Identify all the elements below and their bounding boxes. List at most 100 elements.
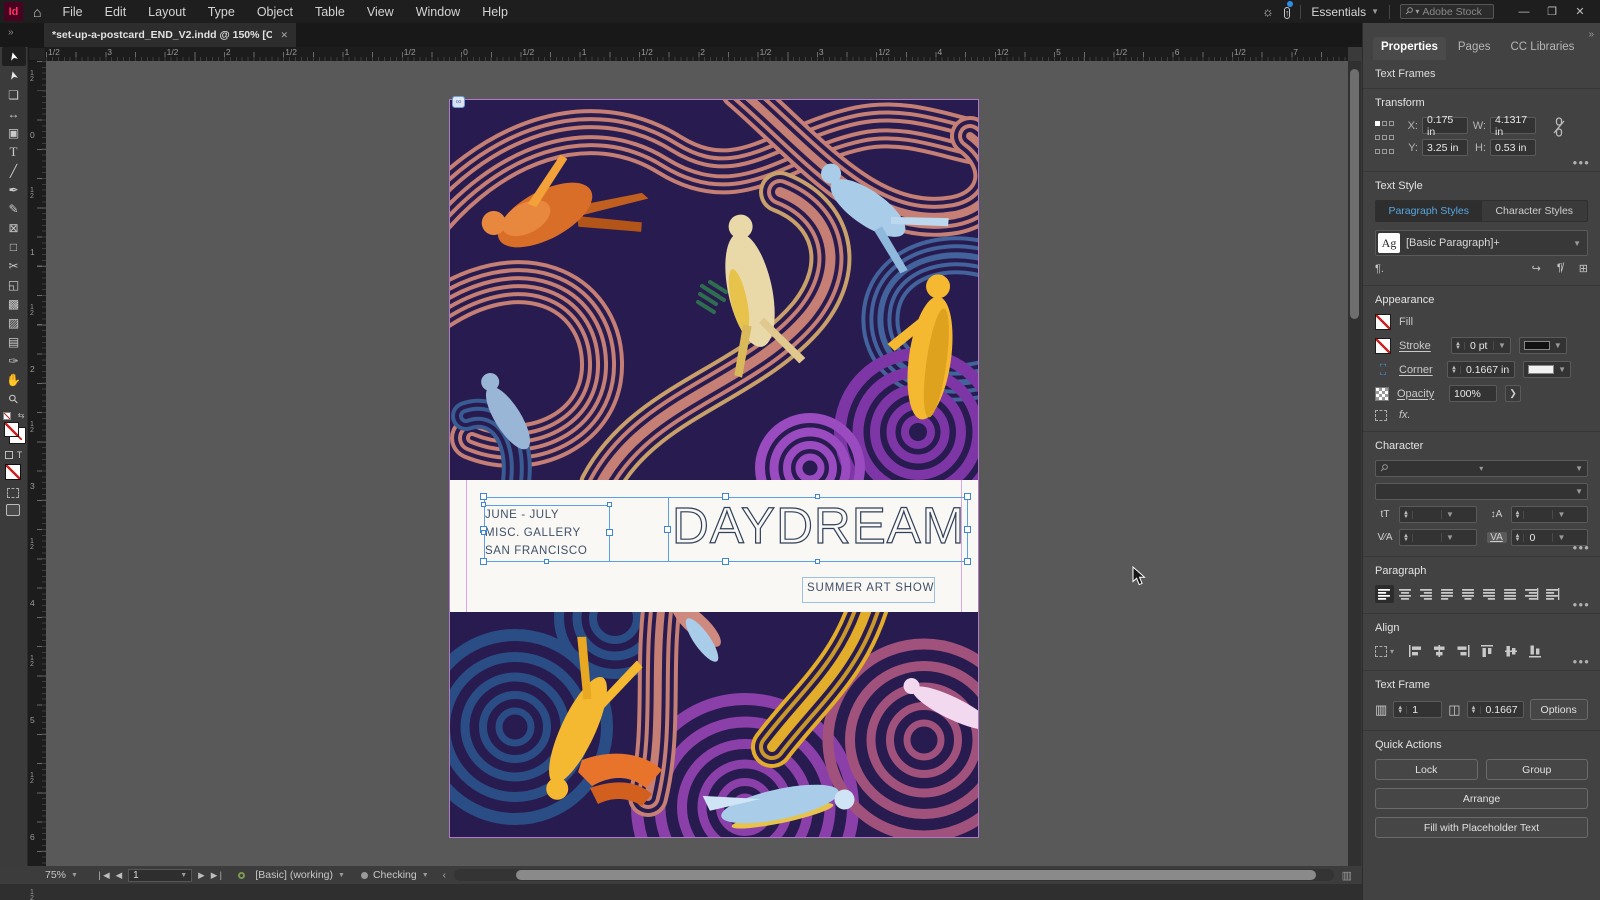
font-family-dropdown[interactable]: ⚲ ▾ ▼ [1375,460,1588,477]
proof-status-dropdown[interactable]: Checking ▼ [360,869,429,881]
new-style-icon[interactable]: ⊞ [1579,262,1588,275]
chevron-down-icon[interactable]: ▼ [1552,533,1569,542]
preflight-status-icon[interactable] [238,871,246,879]
more-options-icon[interactable]: ●●● [1573,158,1591,167]
selection-handle[interactable] [722,493,729,500]
postcard-page[interactable]: JUNE - JULY MISC. GALLERY SAN FRANCISCO … [449,96,979,838]
opacity-field[interactable]: 100% [1449,385,1497,402]
vertical-ruler[interactable]: 12 0 12 1 12 2 12 3 12 4 12 5 12 6 12 [28,61,46,900]
y-field[interactable]: 3.25 in [1422,139,1468,156]
frame-handle[interactable] [606,529,613,536]
corner-style-dropdown[interactable]: ▼ [1523,361,1572,378]
effects-icon[interactable]: fx. [1399,409,1411,421]
columns-stepper[interactable]: ▲ ▼ 1 [1393,701,1443,718]
menu-window[interactable]: Window [405,2,471,22]
frame-handle[interactable] [481,530,486,535]
workspace-switcher[interactable]: Essentials ▼ [1311,5,1379,19]
view-options-icon[interactable] [6,488,19,498]
justify-left-button[interactable] [1438,585,1457,603]
tab-overflow-icon[interactable]: » [8,27,14,38]
corner-radius-stepper[interactable]: ▲ ▼ 0.1667 in [1447,361,1516,378]
menu-layout[interactable]: Layout [137,2,197,22]
gutter-stepper[interactable]: ▲ ▼ 0.1667 [1466,701,1524,718]
selection-handle[interactable] [480,558,487,565]
lock-button[interactable]: Lock [1375,759,1478,780]
note-tool[interactable]: ▤ [2,332,26,351]
horizontal-ruler[interactable]: 1/2 3 1/2 2 1/2 1 1/2 0 1/2 1 1/2 2 1/2 3 1/2 4 1/2 5 1/2 6… [46,47,1348,61]
font-style-dropdown[interactable]: ▼ [1375,483,1588,500]
document-tab[interactable]: *set-up-a-postcard_END_V2.indd @ 150% [C… [44,23,296,47]
frame-handle[interactable] [544,559,549,564]
chevron-down-icon[interactable]: ▼ [1440,533,1458,542]
page-tool[interactable]: ❏ [2,85,26,104]
paragraph-mark-icon[interactable]: ¶. [1375,263,1384,275]
line-tool[interactable]: ╱ [2,161,26,180]
opacity-expand-button[interactable]: ❯ [1505,385,1521,402]
frame-handle[interactable] [815,559,820,564]
restore-button[interactable]: ❐ [1538,1,1566,23]
frame-handle[interactable] [481,502,486,507]
selection-handle[interactable] [964,493,971,500]
group-button[interactable]: Group [1485,759,1588,780]
kerning-stepper[interactable]: ▲ ▼ ▼ [1399,529,1477,546]
align-center-button[interactable] [1396,585,1415,603]
apply-none-swatch[interactable] [4,464,21,480]
page-number-field[interactable]: 1 ▼ [128,868,193,882]
chevron-down-icon[interactable]: ▼ [1552,510,1569,519]
swap-fill-stroke-icon[interactable]: ⇆ [18,411,25,420]
menu-object[interactable]: Object [246,2,304,22]
formatting-container-icon[interactable] [4,451,13,459]
h-field[interactable]: 0.53 in [1490,139,1536,156]
next-page-button[interactable]: ▶ [198,870,205,881]
align-left-button[interactable] [1375,585,1394,603]
align-right-button[interactable] [1417,585,1436,603]
align-toward-spine-button[interactable] [1522,585,1541,603]
menu-edit[interactable]: Edit [94,2,138,22]
tab-pages[interactable]: Pages [1450,37,1499,60]
redefine-style-icon[interactable]: ↪ [1532,262,1541,275]
gradient-feather-tool[interactable]: ▨ [2,313,26,332]
chevron-down-icon[interactable]: ▼ [1440,510,1458,519]
align-away-spine-button[interactable] [1543,585,1562,603]
object-style-icon[interactable] [1375,409,1387,421]
selection-handle[interactable] [722,558,729,565]
top-artwork-image[interactable] [450,100,978,480]
split-window-icon[interactable]: ▥ [1342,869,1352,882]
direct-selection-tool[interactable]: ➤ [2,66,26,85]
align-to-dropdown[interactable]: ▾ [1375,642,1394,660]
scroll-left-arrow[interactable]: ‹ [443,870,446,881]
align-h-right-button[interactable] [1452,642,1474,660]
last-page-button[interactable]: ▶❘ [211,870,225,881]
hand-tool[interactable]: ✋ [2,370,26,389]
previous-page-button[interactable]: ◀ [116,870,123,881]
horizontal-scrollbar[interactable] [454,869,1334,881]
chevron-down-icon[interactable]: ▼ [1492,341,1510,350]
align-v-center-button[interactable] [1500,642,1522,660]
vertical-scrollbar[interactable] [1348,61,1361,866]
adobe-stock-search-input[interactable]: ⚲ ▾ Adobe Stock [1400,4,1494,19]
pasteboard[interactable]: JUNE - JULY MISC. GALLERY SAN FRANCISCO … [46,61,1348,866]
reference-point-proxy[interactable] [1375,121,1394,161]
home-icon[interactable]: ⌂ [33,4,41,20]
content-collector-tool[interactable]: ▣ [2,123,26,142]
cc-link-badge-icon[interactable]: ∞ [452,96,465,108]
pen-tool[interactable]: ✒ [2,180,26,199]
menu-view[interactable]: View [356,2,405,22]
menu-help[interactable]: Help [471,2,519,22]
venue-text-frame[interactable]: JUNE - JULY MISC. GALLERY SAN FRANCISCO [484,505,610,562]
minimize-button[interactable]: — [1510,1,1538,23]
more-options-icon[interactable]: ●●● [1573,600,1591,609]
align-h-left-button[interactable] [1404,642,1426,660]
corner-link[interactable]: Corner [1399,364,1439,376]
tab-cc-libraries[interactable]: CC Libraries [1503,37,1583,60]
stepper-arrows-icon[interactable]: ▲ ▼ [1448,365,1461,375]
preflight-profile-dropdown[interactable]: [Basic] (working) ▼ [255,869,345,881]
screen-mode-icon[interactable] [5,504,20,516]
type-tool[interactable]: T [2,142,26,161]
fill-none-swatch[interactable] [3,422,19,437]
justify-right-button[interactable] [1480,585,1499,603]
align-h-center-button[interactable] [1428,642,1450,660]
menu-file[interactable]: File [51,2,93,22]
more-options-icon[interactable]: ●●● [1573,657,1591,666]
w-field[interactable]: 4.1317 in [1490,114,1536,138]
